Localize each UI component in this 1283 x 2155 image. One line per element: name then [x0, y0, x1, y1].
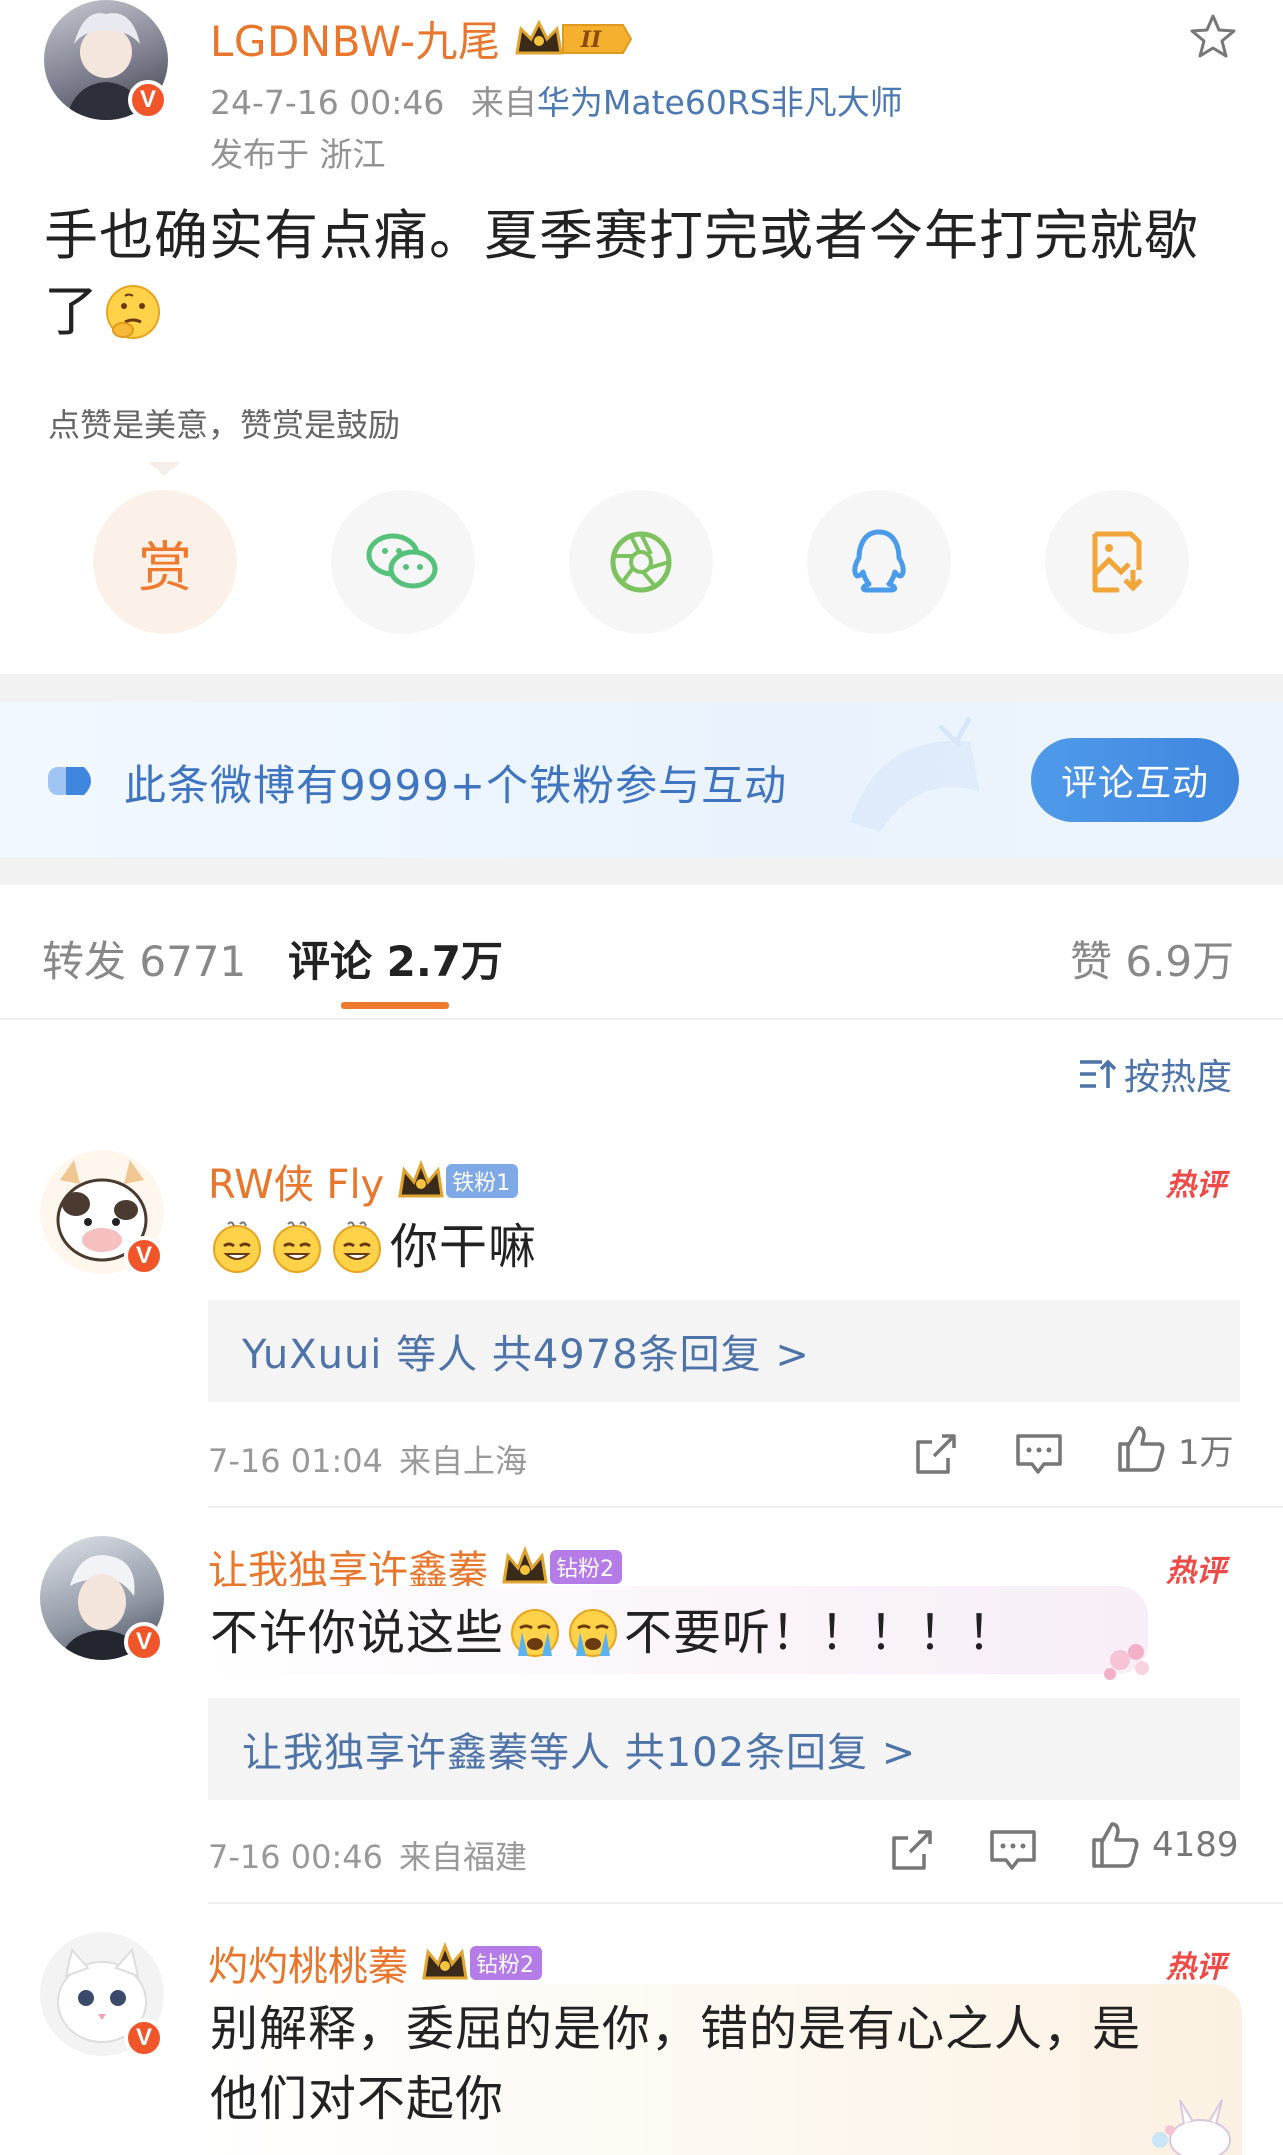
- save-image-button[interactable]: [1045, 490, 1189, 634]
- comment-interaction-button[interactable]: 评论互动: [1031, 738, 1239, 822]
- comment-icon[interactable]: [988, 1826, 1038, 1874]
- fan-badge: 钻粉2: [470, 1946, 542, 1980]
- like-button[interactable]: 1万: [1116, 1424, 1234, 1474]
- comment-text: 不许你说这些 不要听！！！！！: [210, 1598, 1016, 1668]
- sort-label: 按热度: [1124, 1057, 1233, 1098]
- crown-icon: [420, 1942, 470, 1984]
- section-divider: [0, 674, 1283, 702]
- comment-location: 来自福建: [399, 1838, 528, 1876]
- thumbs-up-icon: [1118, 1426, 1165, 1472]
- post-time: 24-7-16 00:46: [210, 83, 445, 122]
- tabs-divider: [0, 1018, 1283, 1020]
- hot-comment-badge: 热评: [1166, 1168, 1226, 1203]
- banner-toggle-icon: [46, 764, 100, 798]
- author-name[interactable]: LGDNBW-九尾: [210, 8, 501, 69]
- sort-button[interactable]: 按热度: [1076, 1048, 1232, 1100]
- tab-comment[interactable]: 评论 2.7万: [288, 928, 503, 989]
- comment-meta: 7-16 01:04 来自上海: [208, 1436, 527, 1482]
- post-text-line1: 手也确实有点痛。夏季赛打完或者今年打完就歇: [44, 204, 1199, 267]
- reward-tip: 点赞是美意，赞赏是鼓励: [48, 406, 401, 444]
- comment-author[interactable]: RW侠 Fly: [208, 1152, 384, 1210]
- share-qq-button[interactable]: [807, 490, 951, 634]
- share-moments-button[interactable]: [569, 490, 713, 634]
- post-meta: 24-7-16 00:46 来自华为Mate60RS非凡大师: [210, 76, 903, 124]
- moments-icon: [610, 531, 672, 593]
- wechat-icon: [366, 533, 438, 589]
- member-crown-icon: II: [513, 17, 633, 61]
- post-location: 发布于 浙江: [210, 135, 386, 174]
- comment-text-line1: 别解释，委屈的是你，错的是有心之人，是: [210, 2001, 1142, 2057]
- verified-badge-icon: V: [124, 2018, 164, 2058]
- banner-text: 此条微博有9999+个铁粉参与互动: [124, 761, 788, 810]
- comment-text-content: 你干嘛: [390, 1219, 538, 1275]
- verified-badge-icon: V: [124, 1622, 164, 1662]
- save-image-icon: [1092, 531, 1143, 593]
- comment-location: 来自上海: [399, 1442, 528, 1480]
- fan-badge: 钻粉2: [550, 1550, 622, 1584]
- share-icon[interactable]: [912, 1430, 960, 1478]
- comment-text: 别解释，委屈的是你，错的是有心之人，是 他们对不起你: [210, 1994, 1230, 2134]
- hot-comment-badge: 热评: [1166, 1554, 1226, 1589]
- section-divider-2: [0, 857, 1283, 885]
- tab-like[interactable]: 赞 6.9万: [1070, 928, 1234, 989]
- source-prefix: 来自: [470, 83, 537, 122]
- banner-decoration-icon: [850, 716, 980, 832]
- active-tab-indicator: [341, 1002, 449, 1009]
- comment-text-start: 不许你说这些: [210, 1605, 505, 1661]
- verified-badge-icon: V: [124, 1236, 164, 1276]
- comment-text-end: 不要听！！！！！: [624, 1605, 1017, 1661]
- comment-divider: [208, 1902, 1283, 1904]
- sweat-smile-emoji-icon: [210, 1220, 264, 1274]
- fan-badge: 铁粉1: [446, 1164, 519, 1198]
- tab-repost[interactable]: 转发 6771: [42, 928, 246, 989]
- comment-text: 你干嘛: [210, 1212, 537, 1282]
- thinking-emoji-icon: [103, 282, 163, 342]
- crying-emoji-icon: [566, 1606, 620, 1660]
- post-text-line2: 了: [44, 280, 99, 343]
- like-count: 4189: [1152, 1825, 1239, 1865]
- thumbs-up-icon: [1092, 1822, 1139, 1868]
- sort-icon: [1080, 1059, 1116, 1088]
- comment-meta: 7-16 00:46 来自福建: [208, 1832, 527, 1878]
- comment-time: 7-16 00:46: [208, 1838, 384, 1876]
- comment-icon[interactable]: [1014, 1430, 1064, 1478]
- post-body: 手也确实有点痛。夏季赛打完或者今年打完就歇 了: [44, 198, 1244, 350]
- verified-badge-icon: V: [128, 80, 168, 120]
- level-badge-text: II: [579, 27, 601, 53]
- flower-decoration-icon: [1090, 1630, 1170, 1690]
- crying-emoji-icon: [508, 1606, 562, 1660]
- sweat-smile-emoji-icon: [270, 1220, 324, 1274]
- comment-divider: [208, 1506, 1283, 1508]
- like-count: 1万: [1178, 1432, 1234, 1473]
- like-button[interactable]: 4189: [1090, 1820, 1239, 1870]
- share-wechat-button[interactable]: [331, 490, 475, 634]
- share-icon[interactable]: [888, 1826, 936, 1874]
- reward-tip-pointer: [148, 462, 180, 476]
- comment-text-line2: 他们对不起你: [210, 2071, 505, 2127]
- reply-summary[interactable]: 让我独享许鑫蓁等人 共102条回复 >: [208, 1698, 1240, 1800]
- post-source[interactable]: 华为Mate60RS非凡大师: [537, 83, 903, 122]
- reward-button[interactable]: 赏: [93, 490, 237, 634]
- crown-icon: [396, 1160, 446, 1202]
- reward-label: 赏: [138, 535, 192, 599]
- sweat-smile-emoji-icon: [330, 1220, 384, 1274]
- crown-icon: [500, 1546, 550, 1588]
- hot-comment-badge: 热评: [1166, 1950, 1226, 1985]
- favorite-star-icon[interactable]: [1188, 12, 1238, 62]
- reply-summary[interactable]: YuXuui 等人 共4978条回复 >: [208, 1300, 1240, 1402]
- comment-time: 7-16 01:04: [208, 1442, 384, 1480]
- qq-icon: [852, 529, 906, 593]
